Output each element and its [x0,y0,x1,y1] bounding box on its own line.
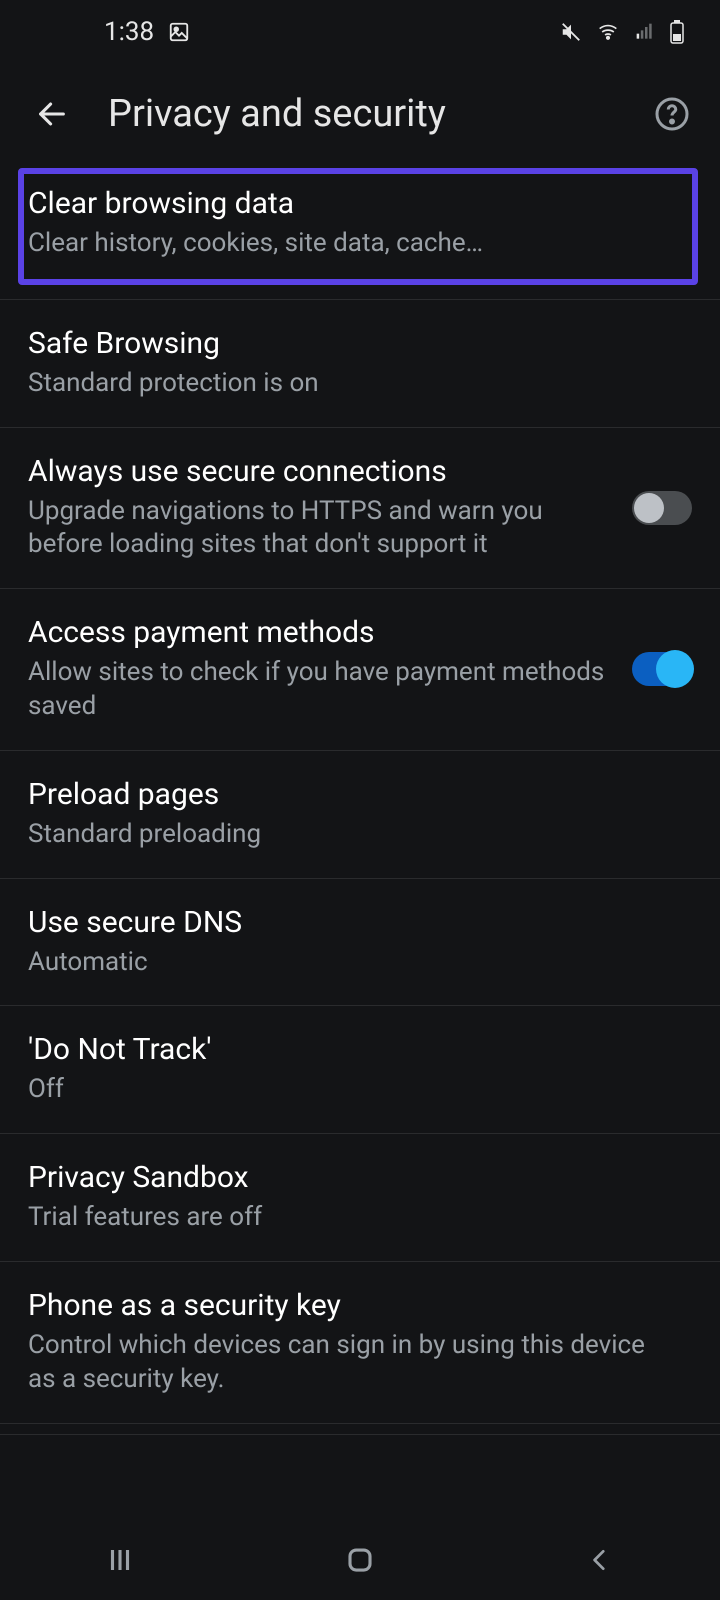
item-title: Access payment methods [28,615,612,650]
payment-methods-item[interactable]: Access payment methods Allow sites to ch… [0,589,720,751]
item-title: 'Do Not Track' [28,1032,672,1067]
item-title: Use secure DNS [28,905,672,940]
item-subtitle: Standard preloading [28,818,672,852]
nav-bar [0,1520,720,1600]
page-title: Privacy and security [108,92,446,136]
item-subtitle: Trial features are off [28,1201,672,1235]
signal-icon [634,22,656,42]
item-title: Always use secure connections [28,454,612,489]
item-subtitle: Allow sites to check if you have payment… [28,656,612,724]
preload-pages-item[interactable]: Preload pages Standard preloading [0,751,720,879]
secure-connections-toggle[interactable] [632,491,692,525]
secure-connections-item[interactable]: Always use secure connections Upgrade na… [0,428,720,590]
wifi-icon [596,22,620,42]
status-time: 1:38 [104,17,154,47]
item-title: Clear browsing data [28,186,688,221]
item-title: Safe Browsing [28,326,672,361]
security-key-item[interactable]: Phone as a security key Control which de… [0,1262,720,1424]
do-not-track-item[interactable]: 'Do Not Track' Off [0,1006,720,1134]
item-title: Privacy Sandbox [28,1160,672,1195]
status-bar: 1:38 [0,0,720,64]
help-button[interactable] [652,94,692,134]
back-button[interactable] [28,90,76,138]
home-button[interactable] [330,1530,390,1590]
item-subtitle: Standard protection is on [28,367,672,401]
item-subtitle: Automatic [28,946,672,980]
item-subtitle: Clear history, cookies, site data, cache… [28,227,688,261]
item-subtitle: Off [28,1073,672,1107]
secure-dns-item[interactable]: Use secure DNS Automatic [0,879,720,1007]
back-nav-button[interactable] [570,1530,630,1590]
item-subtitle: Upgrade navigations to HTTPS and warn yo… [28,495,612,563]
mute-icon [560,21,582,43]
item-title: Preload pages [28,777,672,812]
item-title: Phone as a security key [28,1288,672,1323]
settings-list: Clear browsing data Clear history, cooki… [0,164,720,1435]
item-subtitle: Control which devices can sign in by usi… [28,1329,672,1397]
payment-methods-toggle[interactable] [632,652,692,686]
battery-icon [670,20,684,44]
recents-button[interactable] [90,1530,150,1590]
app-bar: Privacy and security [0,64,720,164]
privacy-sandbox-item[interactable]: Privacy Sandbox Trial features are off [0,1134,720,1262]
safe-browsing-item[interactable]: Safe Browsing Standard protection is on [0,300,720,428]
clear-browsing-data-item[interactable]: Clear browsing data Clear history, cooki… [18,168,698,285]
image-icon [168,21,190,43]
